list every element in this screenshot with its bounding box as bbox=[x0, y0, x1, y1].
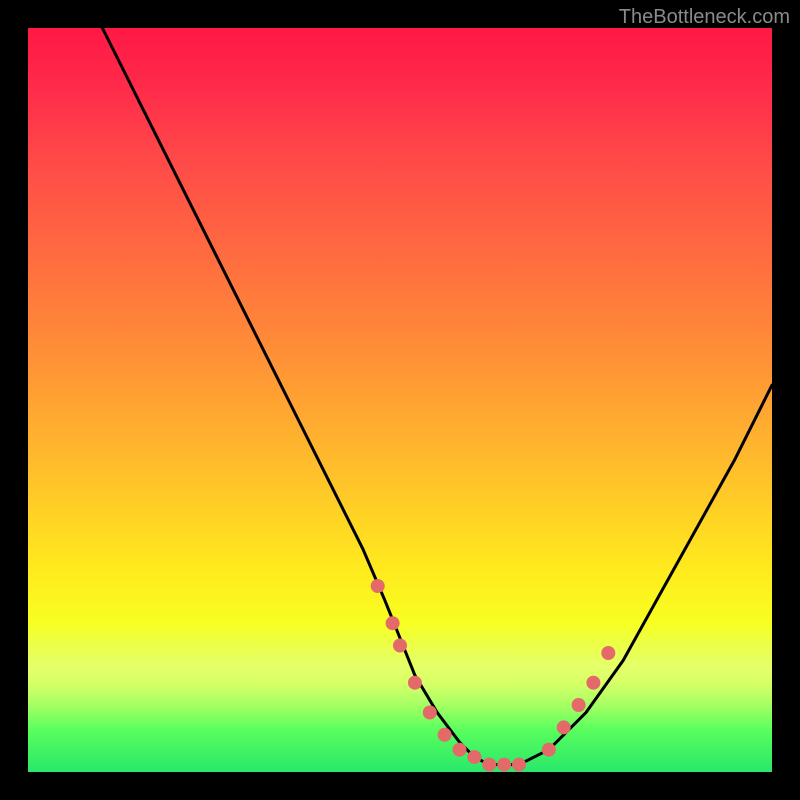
curve-series bbox=[102, 28, 772, 765]
plot-highlight-band bbox=[28, 622, 772, 732]
marker-dot bbox=[557, 720, 571, 734]
marker-dot bbox=[386, 616, 400, 630]
marker-dot bbox=[467, 750, 481, 764]
marker-dot bbox=[453, 743, 467, 757]
marker-dot bbox=[601, 646, 615, 660]
marker-dot bbox=[542, 743, 556, 757]
marker-dot bbox=[423, 706, 437, 720]
marker-dot bbox=[512, 758, 526, 772]
chart-svg bbox=[28, 28, 772, 772]
marker-dot bbox=[572, 698, 586, 712]
curve-path bbox=[102, 28, 772, 765]
plot-area bbox=[28, 28, 772, 772]
marker-dot bbox=[438, 728, 452, 742]
marker-dot bbox=[408, 676, 422, 690]
marker-dot bbox=[482, 758, 496, 772]
marker-dot bbox=[586, 676, 600, 690]
watermark-text: TheBottleneck.com bbox=[619, 6, 790, 29]
marker-dot bbox=[371, 579, 385, 593]
chart-stage: TheBottleneck.com bbox=[0, 0, 800, 800]
marker-dot bbox=[393, 639, 407, 653]
marker-series bbox=[371, 579, 616, 772]
marker-dot bbox=[497, 758, 511, 772]
